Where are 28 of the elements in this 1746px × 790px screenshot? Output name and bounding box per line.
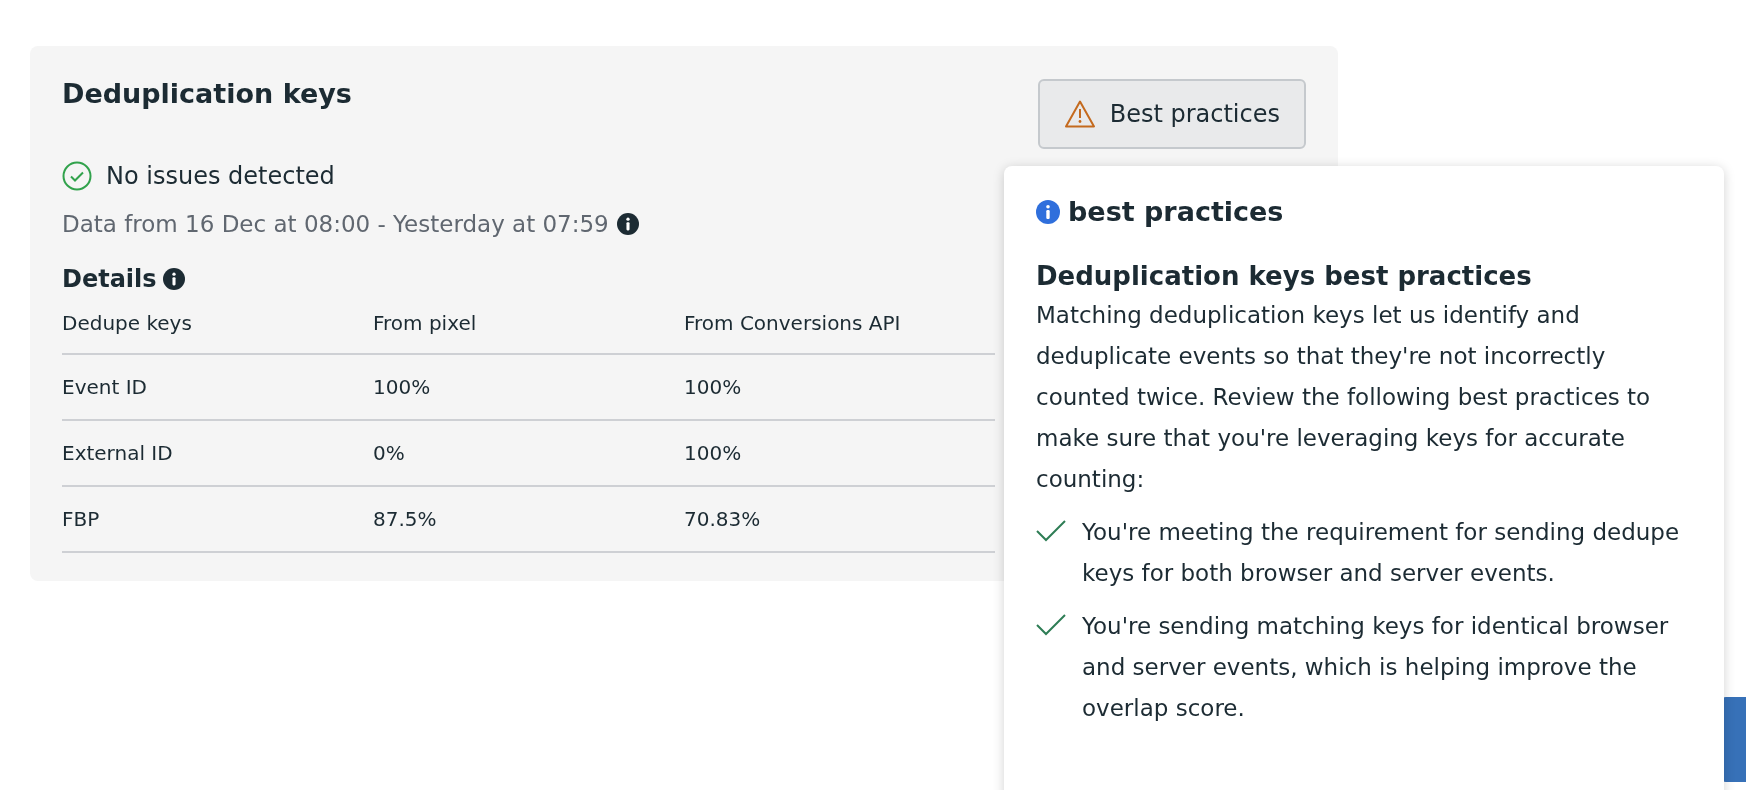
date-range-text: Data from 16 Dec at 08:00 - Yesterday at 07:59 — [62, 211, 609, 237]
card-title: Deduplication keys — [62, 78, 352, 109]
check-circle-icon — [62, 161, 92, 191]
info-icon — [1036, 199, 1060, 224]
popover-title: best practices — [1068, 196, 1284, 227]
table-cell: Event ID — [62, 375, 147, 399]
popover-heading: Deduplication keys best practices — [1036, 261, 1533, 291]
table-cell: 100% — [684, 375, 742, 399]
practice-text: You're meeting the requirement for sending dedupe keys for both browser and server events. — [1082, 518, 1681, 588]
column-header: From Conversions API — [684, 311, 901, 335]
details-heading: Details — [62, 265, 157, 293]
table-cell: 0% — [373, 441, 405, 465]
table-cell: 100% — [684, 441, 742, 465]
status-text: No issues detected — [106, 162, 335, 190]
table-cell: 70.83% — [684, 507, 761, 531]
column-header: From pixel — [373, 311, 477, 335]
table-cell: 87.5% — [373, 507, 437, 531]
table-cell: 100% — [373, 375, 431, 399]
warning-icon — [1063, 99, 1096, 129]
table-cell: External ID — [62, 441, 173, 465]
best-practices-button[interactable]: Best practices — [1037, 79, 1306, 149]
info-icon — [162, 268, 185, 290]
column-header: Dedupe keys — [62, 311, 192, 335]
popover-text: Matching deduplication keys let us identify and deduplicate events so that they're not incorrectly counted twice. Review the following best practices to make sure that you're leveraging keys for accurate counting: — [1036, 301, 1652, 494]
partial-button[interactable] — [1722, 697, 1746, 782]
info-icon — [616, 213, 639, 235]
practice-text: You're sending matching keys for identical browser and server events, which is helping improve the overlap score. — [1082, 612, 1670, 723]
table-cell: FBP — [62, 507, 100, 531]
